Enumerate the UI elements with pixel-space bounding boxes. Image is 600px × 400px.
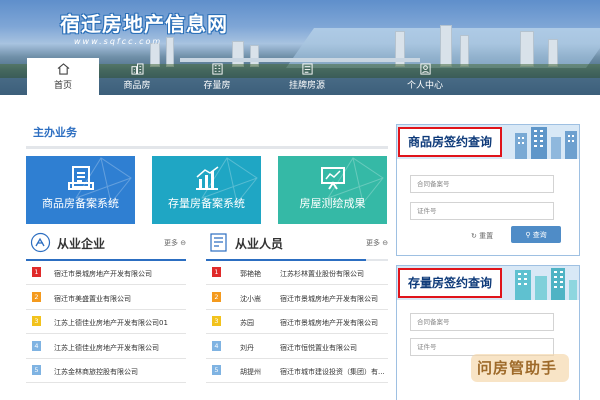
- enterprise-name[interactable]: 江苏上德佳业房地产开发有限公司: [54, 343, 159, 353]
- enterprise-name[interactable]: 宿迁市美盛置业有限公司: [54, 294, 131, 304]
- rank-badge: 3: [212, 316, 221, 327]
- home-icon: [57, 63, 69, 75]
- nav-label: 个人中心: [406, 81, 443, 91]
- watermark-text: 问房管助手: [477, 359, 558, 377]
- tile-label: 存量房备案系统: [168, 197, 245, 210]
- enterprise-row[interactable]: 1 宿迁市景城房地产开发有限公司: [26, 261, 186, 285]
- more-label: 更多: [164, 239, 178, 247]
- personnel-list-title: 从业人员: [235, 237, 284, 251]
- rank-badge: 3: [32, 316, 41, 327]
- rank-badge: 1: [32, 267, 41, 277]
- personnel-list-header: 从业人员 更多 ⊖: [208, 232, 388, 256]
- monitor-chart-icon: [320, 167, 345, 190]
- personnel-row[interactable]: 2 沈小嵩 宿迁市景城房地产开发有限公司: [206, 286, 388, 310]
- city-skyline-icon: [515, 268, 577, 300]
- enterprise-icon: [30, 232, 51, 253]
- nav-item-listings[interactable]: 挂牌房源: [277, 58, 337, 95]
- nav-item-home[interactable]: 首页: [27, 58, 99, 95]
- person-name[interactable]: 沈小嵩: [240, 294, 261, 304]
- personnel-row[interactable]: 5 胡提州 宿迁市城市建设投资（集团）有...: [206, 359, 388, 384]
- document-icon: [67, 166, 94, 190]
- query-label: 查询: [532, 230, 547, 239]
- person-company: 宿迁市恒悦置业有限公司: [280, 343, 357, 352]
- page: 宿迁房地产信息网 www.sqfcc.com 首页 商品房 存量房 挂牌房源 个…: [0, 0, 600, 400]
- rank-badge: 5: [212, 365, 221, 376]
- tile-stock-house-filing[interactable]: 存量房备案系统: [152, 156, 261, 224]
- tile-house-survey-results[interactable]: 房屋测绘成果: [278, 156, 387, 224]
- person-company: 宿迁市城市建设投资（集团）有...: [280, 368, 385, 377]
- person-company: 宿迁市景城房地产开发有限公司: [280, 294, 378, 303]
- enterprise-list-header: 从业企业 更多 ⊖: [30, 232, 190, 256]
- chevron-right-icon: ⊖: [382, 239, 389, 247]
- person-name[interactable]: 刘丹: [240, 343, 254, 353]
- city-skyline-icon: [515, 127, 577, 159]
- rank-badge: 2: [212, 291, 221, 302]
- enterprise-list-title: 从业企业: [57, 237, 106, 251]
- chevron-right-icon: ⊖: [180, 239, 187, 247]
- personnel-more-link[interactable]: 更多 ⊖: [366, 238, 388, 248]
- rank-badge: 5: [32, 365, 41, 376]
- contract-number-input[interactable]: [410, 175, 554, 193]
- panel-title: 存量房签约查询: [398, 268, 503, 298]
- reset-label: 重置: [479, 232, 494, 240]
- site-url: www.sqfcc.com: [74, 37, 163, 46]
- nav-item-user-center[interactable]: 个人中心: [393, 58, 457, 95]
- more-label: 更多: [366, 239, 380, 247]
- listing-icon: [301, 63, 313, 75]
- enterprise-name[interactable]: 宿迁市景城房地产开发有限公司: [54, 269, 152, 279]
- rank-badge: 2: [32, 291, 41, 302]
- bar-chart-icon: [195, 166, 218, 190]
- nav-label: 挂牌房源: [288, 81, 325, 91]
- user-icon: [419, 63, 431, 75]
- nav-label: 首页: [53, 81, 72, 91]
- section-divider: [26, 146, 388, 149]
- enterprise-name[interactable]: 江苏金林商旅控股有限公司: [54, 367, 138, 377]
- tile-label: 商品房备案系统: [42, 197, 119, 210]
- query-button[interactable]: ⚲ 查询: [511, 226, 561, 243]
- person-company: 宿迁市景城房地产开发有限公司: [280, 319, 378, 328]
- panel-header: 商品房签约查询: [397, 125, 579, 159]
- site-logo[interactable]: 宿迁房地产信息网 www.sqfcc.com: [60, 8, 228, 46]
- main-nav: 首页 商品房 存量房 挂牌房源 个人中心: [0, 58, 600, 95]
- personnel-row[interactable]: 1 郭艳艳 江苏杉林置业股份有限公司: [206, 261, 388, 285]
- enterprise-more-link[interactable]: 更多 ⊖: [164, 238, 186, 248]
- reset-button[interactable]: ↻ 重置: [471, 231, 493, 241]
- watermark-badge: 问房管助手: [471, 354, 569, 382]
- personnel-row[interactable]: 4 刘丹 宿迁市恒悦置业有限公司: [206, 335, 388, 359]
- person-name[interactable]: 胡提州: [240, 367, 261, 377]
- personnel-icon: [210, 233, 227, 252]
- nav-item-stock-house[interactable]: 存量房: [189, 58, 245, 95]
- site-title: 宿迁房地产信息网: [60, 12, 228, 36]
- nav-label: 商品房: [123, 81, 151, 91]
- apartment-icon: [211, 63, 223, 75]
- panel-title: 商品房签约查询: [398, 127, 503, 157]
- id-number-input[interactable]: [410, 202, 554, 220]
- panel-header: 存量房签约查询: [397, 266, 579, 300]
- enterprise-row[interactable]: 2 宿迁市美盛置业有限公司: [26, 286, 186, 310]
- enterprise-name[interactable]: 江苏上德佳业房地产开发有限公司01: [54, 318, 168, 328]
- tile-label: 房屋测绘成果: [299, 197, 366, 210]
- rank-badge: 1: [212, 267, 221, 277]
- search-icon: ⚲: [525, 230, 531, 239]
- enterprise-row[interactable]: 5 江苏金林商旅控股有限公司: [26, 359, 186, 384]
- personnel-row[interactable]: 3 苏园 宿迁市景城房地产开发有限公司: [206, 310, 388, 335]
- new-house-contract-query-panel: 商品房签约查询 ↻ 重置 ⚲ 查询: [396, 124, 580, 256]
- enterprise-row[interactable]: 4 江苏上德佳业房地产开发有限公司: [26, 335, 186, 359]
- enterprise-row[interactable]: 3 江苏上德佳业房地产开发有限公司01: [26, 310, 186, 335]
- rank-badge: 4: [212, 340, 221, 351]
- rank-badge: 4: [32, 340, 41, 351]
- building-icon: [131, 63, 143, 75]
- nav-label: 存量房: [203, 81, 231, 91]
- person-company: 江苏杉林置业股份有限公司: [280, 270, 364, 278]
- refresh-icon: ↻: [471, 232, 477, 240]
- contract-number-input[interactable]: [410, 313, 554, 331]
- person-name[interactable]: 郭艳艳: [240, 269, 261, 279]
- nav-item-new-house[interactable]: 商品房: [107, 58, 167, 95]
- tile-new-house-filing[interactable]: 商品房备案系统: [26, 156, 135, 224]
- header-banner: 宿迁房地产信息网 www.sqfcc.com 首页 商品房 存量房 挂牌房源 个…: [0, 0, 600, 95]
- section-title: 主办业务: [33, 126, 77, 139]
- person-name[interactable]: 苏园: [240, 318, 254, 328]
